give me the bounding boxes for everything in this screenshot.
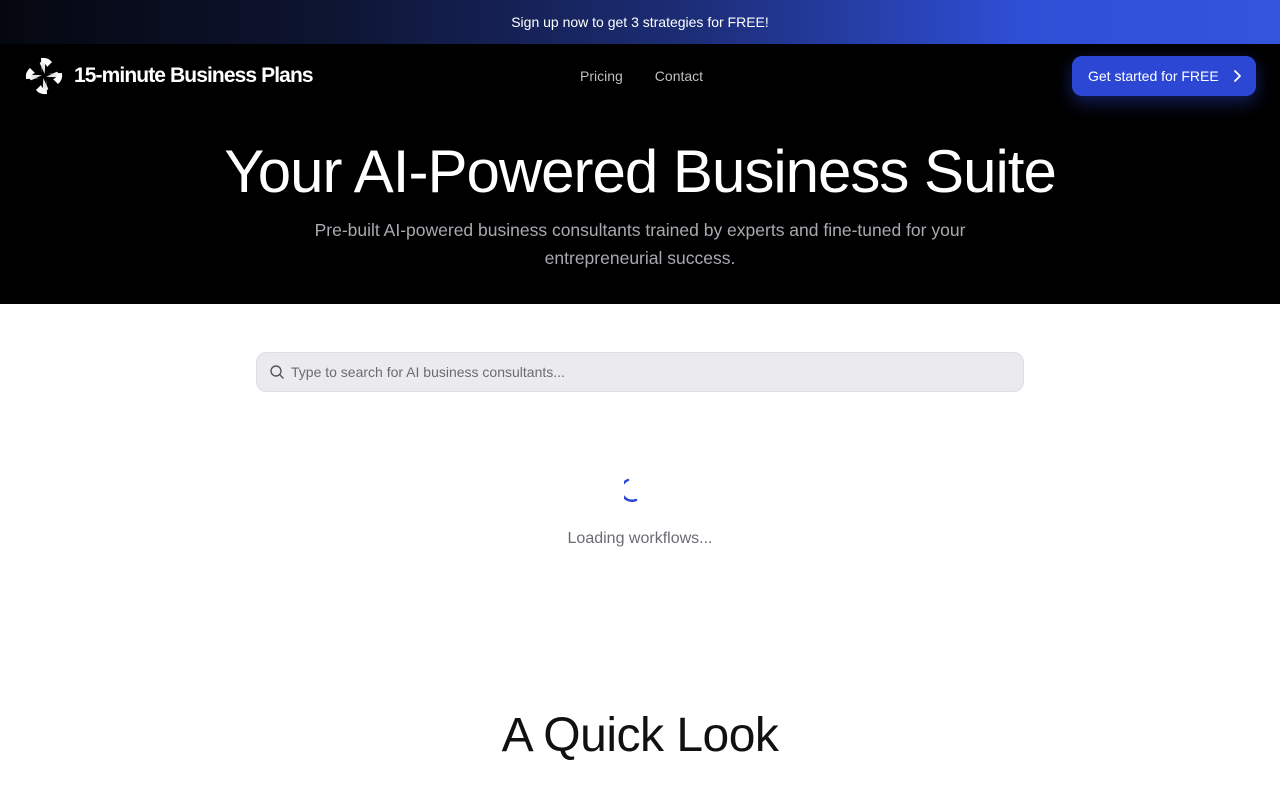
promo-text: Sign up now to get 3 strategies for FREE… xyxy=(511,14,769,30)
quick-look-title: A Quick Look xyxy=(501,709,779,762)
logo-text: 15-minute Business Plans xyxy=(74,64,314,87)
nav-link-contact[interactable]: Contact xyxy=(639,66,719,86)
main-nav: Pricing Contact xyxy=(564,66,719,86)
nav-link-pricing[interactable]: Pricing xyxy=(564,66,639,86)
pinwheel-logo-icon xyxy=(25,57,63,95)
hero-subtitle: Pre-built AI-powered business consultant… xyxy=(314,220,966,268)
hero-title: Your AI-Powered Business Suite xyxy=(224,138,1057,205)
promo-banner: Sign up now to get 3 strategies for FREE… xyxy=(0,0,1280,44)
search-bar[interactable] xyxy=(256,352,1024,392)
logo-link[interactable]: 15-minute Business Plans xyxy=(24,56,314,96)
get-started-label: Get started for FREE xyxy=(1088,68,1219,84)
spinner-icon xyxy=(624,478,638,502)
site-header: 15-minute Business Plans Pricing Contact… xyxy=(0,44,1280,304)
search-icon xyxy=(270,365,284,379)
search-input[interactable] xyxy=(291,364,1023,380)
chevron-right-icon xyxy=(1233,70,1241,82)
get-started-button[interactable]: Get started for FREE xyxy=(1072,56,1256,96)
loading-text: Loading workflows... xyxy=(567,530,713,547)
